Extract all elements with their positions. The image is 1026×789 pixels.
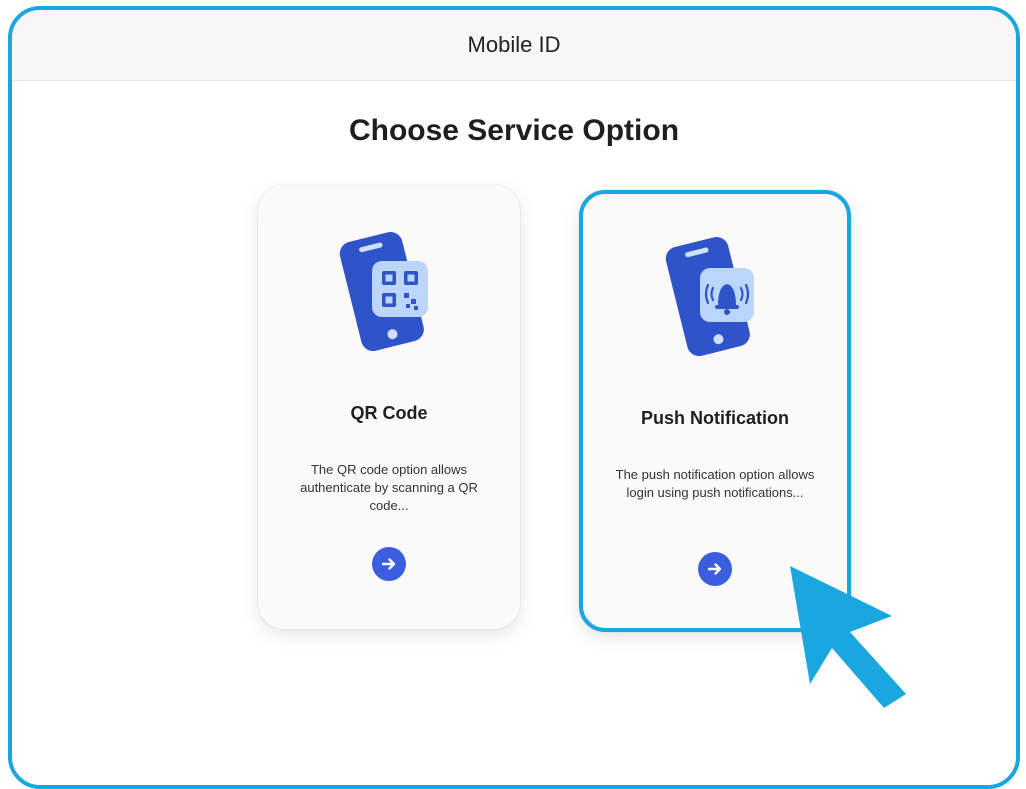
window-title: Mobile ID — [467, 32, 561, 57]
push-notification-continue-button[interactable] — [698, 552, 732, 586]
option-title: QR Code — [350, 403, 428, 423]
phone-qr-code-icon — [334, 227, 444, 362]
phone-bell-notification-icon — [660, 232, 770, 367]
option-card-qr-code[interactable]: QR Code The QR code option allows authen… — [258, 185, 520, 629]
mouse-pointer-icon — [780, 556, 910, 721]
arrow-right-icon — [381, 558, 396, 570]
arrow-right-icon — [707, 563, 722, 575]
title-bar: Mobile ID — [12, 10, 1016, 81]
option-title: Push Notification — [641, 408, 789, 428]
option-description: The QR code option allows authenticate b… — [300, 462, 478, 513]
qr-code-continue-button[interactable] — [372, 547, 406, 581]
option-description: The push notification option allows logi… — [615, 467, 815, 500]
page-heading: Choose Service Option — [348, 114, 680, 147]
